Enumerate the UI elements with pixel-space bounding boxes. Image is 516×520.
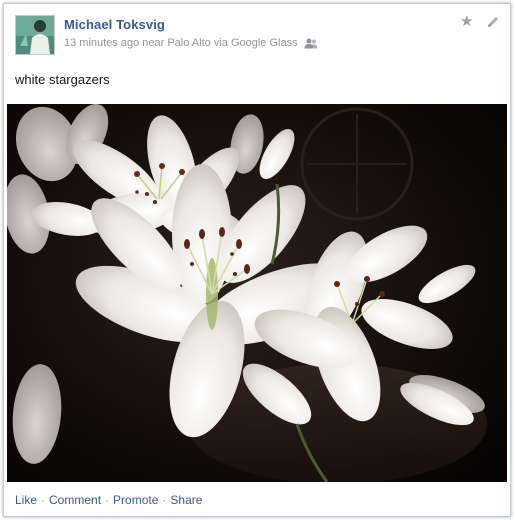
- friends-icon[interactable]: [304, 38, 318, 49]
- author-avatar[interactable]: [15, 15, 55, 55]
- post-actions: Like · Comment · Promote · Share: [15, 493, 202, 507]
- like-link[interactable]: Like: [15, 493, 37, 507]
- promote-link[interactable]: Promote: [113, 493, 158, 507]
- comment-link[interactable]: Comment: [49, 493, 101, 507]
- author-name[interactable]: Michael Toksvig: [64, 17, 165, 32]
- post-header: Michael Toksvig 13 minutes ago near Palo…: [4, 4, 510, 68]
- post-card: Michael Toksvig 13 minutes ago near Palo…: [3, 3, 511, 517]
- post-meta: 13 minutes ago near Palo Alto via Google…: [64, 37, 318, 49]
- post-meta-text: 13 minutes ago near Palo Alto via Google…: [64, 37, 298, 49]
- share-link[interactable]: Share: [170, 493, 202, 507]
- post-caption: white stargazers: [15, 72, 110, 87]
- star-icon[interactable]: ★: [460, 14, 474, 29]
- pencil-icon[interactable]: [486, 15, 500, 29]
- post-photo[interactable]: [7, 104, 507, 482]
- action-separator: ·: [105, 493, 110, 507]
- action-separator: ·: [41, 493, 46, 507]
- action-separator: ·: [162, 493, 167, 507]
